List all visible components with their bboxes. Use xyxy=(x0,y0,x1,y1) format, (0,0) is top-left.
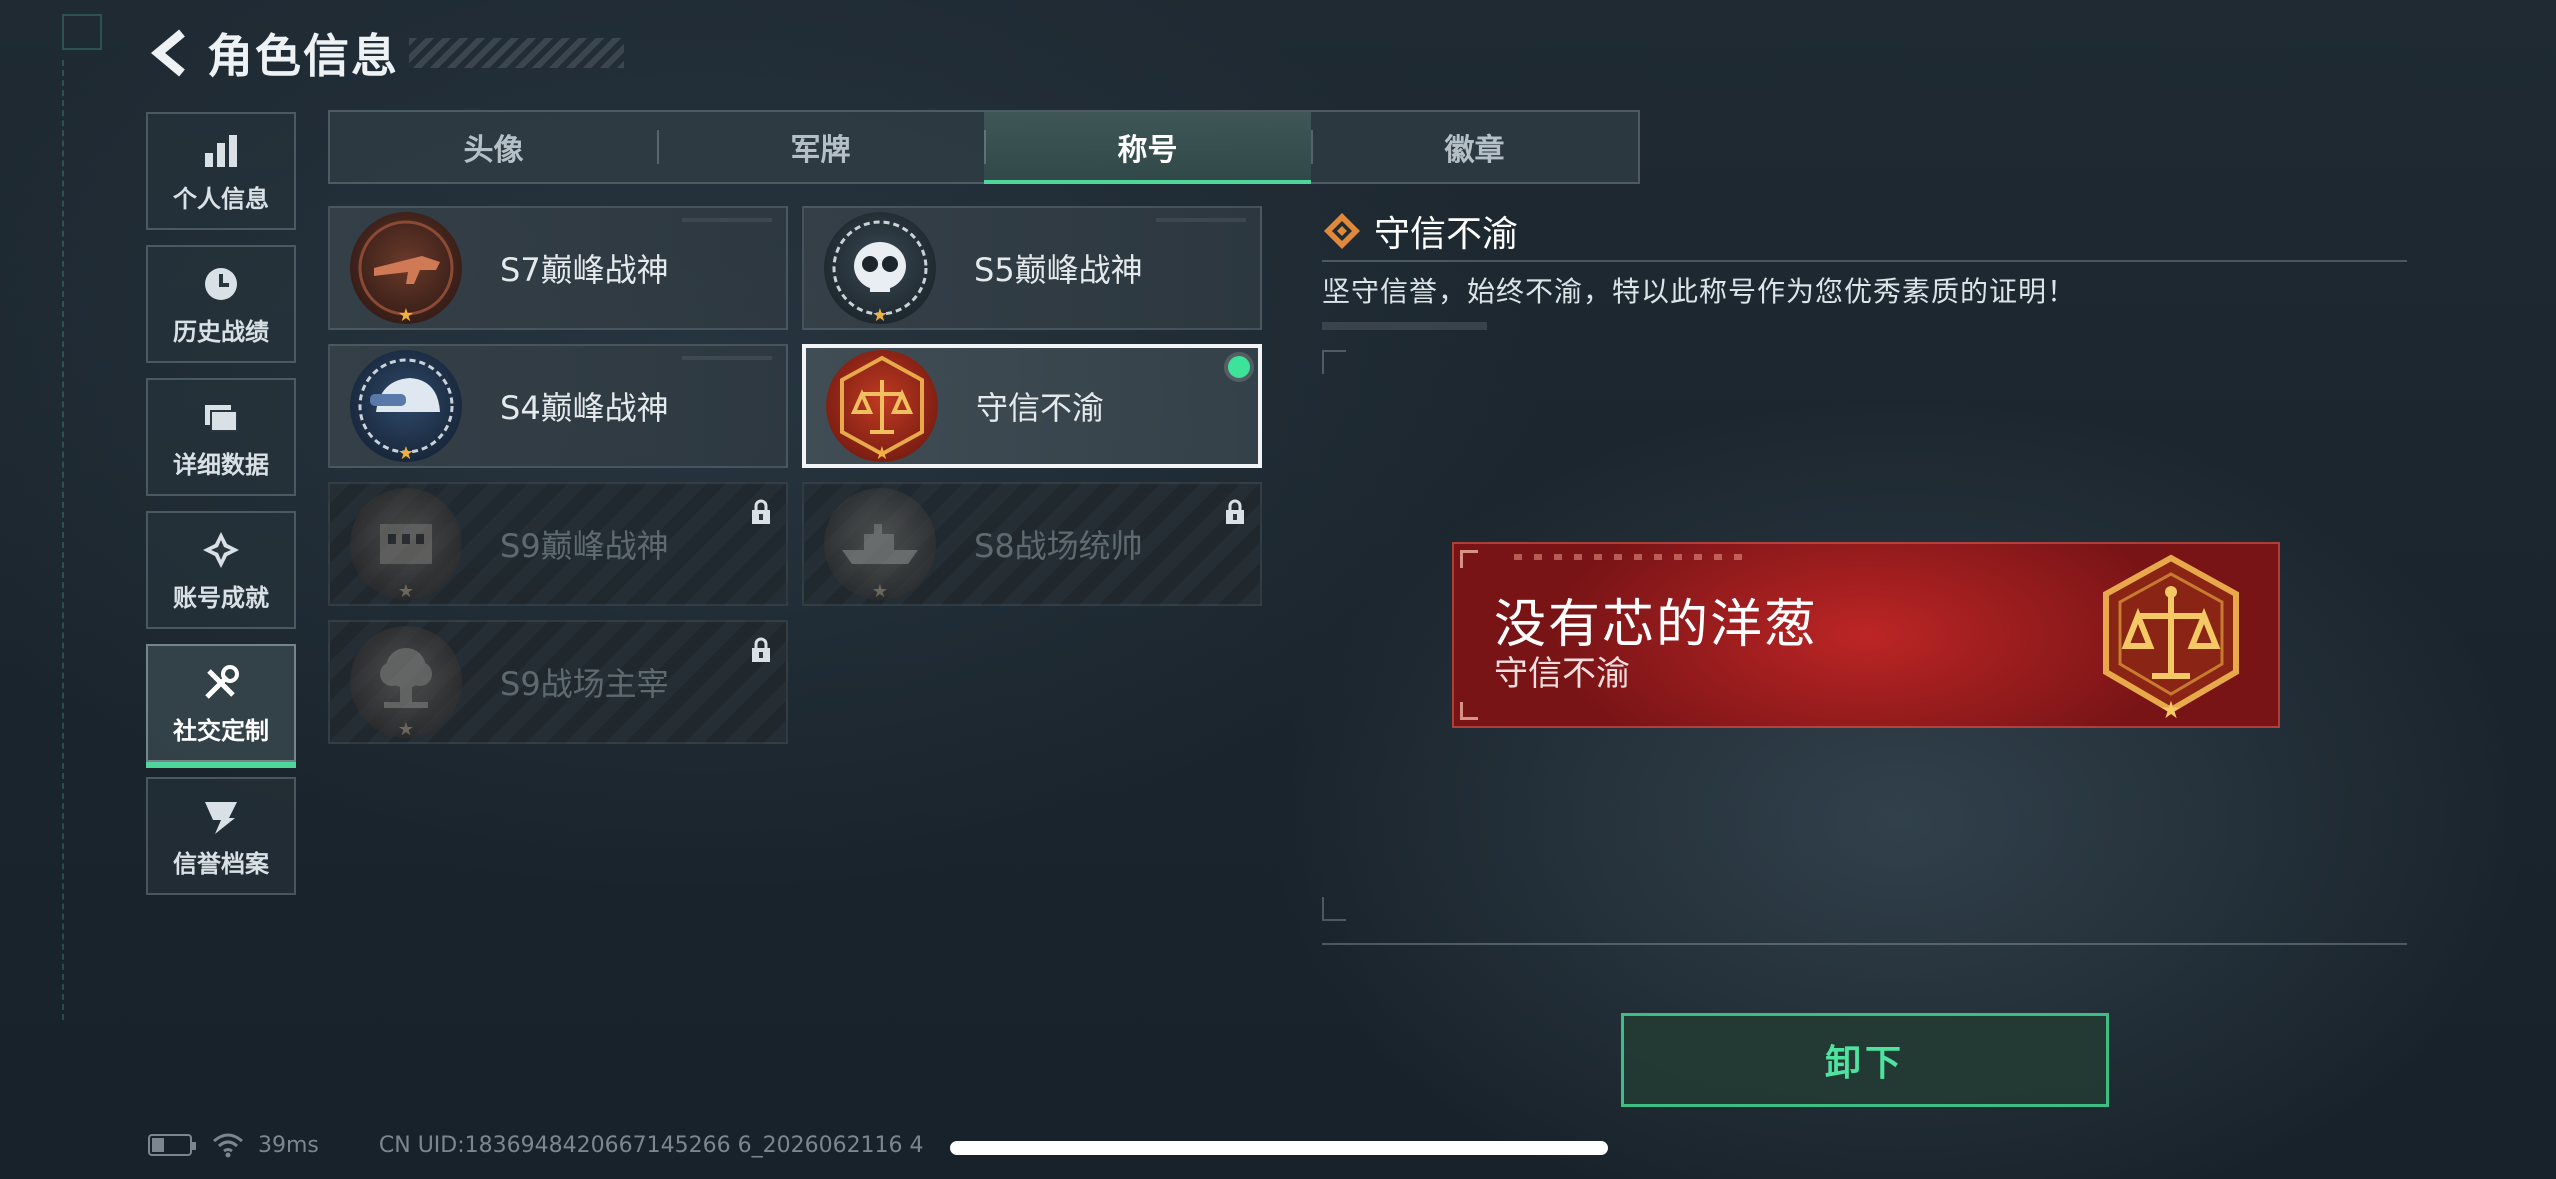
page-title: 角色信息 xyxy=(207,29,399,83)
bar-chart-icon xyxy=(199,129,243,173)
lock-icon xyxy=(752,637,770,662)
nameplate-decoration xyxy=(1514,554,1754,560)
nameplate-preview: 没有芯的洋葱 守信不渝 ★ xyxy=(1452,542,2280,728)
weapon-badge-icon: ★ xyxy=(350,212,462,326)
title-name: S8战场统帅 xyxy=(974,527,1143,565)
ship-badge-icon: ★ xyxy=(824,488,936,602)
home-indicator[interactable] xyxy=(950,1141,1608,1155)
title-name: S7巅峰战神 xyxy=(500,251,669,289)
title-decoration xyxy=(409,38,624,68)
scales-badge-icon: ★ xyxy=(826,350,938,464)
tab-avatar[interactable]: 头像 xyxy=(330,112,657,182)
divider xyxy=(1322,260,2407,262)
title-card-locked[interactable]: ★ S8战场统帅 xyxy=(802,482,1262,606)
title-card[interactable]: ★ S7巅峰战神 xyxy=(328,206,788,330)
sidebar-item-reputation[interactable]: 信誉档案 xyxy=(146,777,296,895)
sidebar-item-achievements[interactable]: 账号成就 xyxy=(146,511,296,629)
equipped-indicator xyxy=(1228,356,1250,378)
helmet-badge-icon: ★ xyxy=(350,350,462,464)
nameplate-corner xyxy=(1460,702,1478,720)
card-decoration xyxy=(682,356,772,360)
desc-decoration xyxy=(1322,322,1487,330)
sidebar-item-label: 个人信息 xyxy=(173,184,269,213)
detail-title: 守信不渝 xyxy=(1374,214,1519,255)
sidebar-item-detailed-data[interactable]: 详细数据 xyxy=(146,378,296,496)
frame-corner xyxy=(1322,897,1346,921)
detail-header: 守信不渝 xyxy=(1322,206,2407,256)
battery-icon xyxy=(148,1134,196,1156)
detail-description: 坚守信誉，始终不渝，特以此称号作为您优秀素质的证明！ xyxy=(1322,275,2077,308)
back-button[interactable] xyxy=(145,25,195,81)
reputation-icon xyxy=(199,794,243,838)
diamond-icon xyxy=(1324,213,1360,249)
skull-badge-icon: ★ xyxy=(824,212,936,326)
title-card-locked[interactable]: ★ S9巅峰战神 xyxy=(328,482,788,606)
title-name: 守信不渝 xyxy=(976,389,1105,427)
card-decoration xyxy=(1156,218,1246,222)
explosion-badge-icon: ★ xyxy=(350,626,462,740)
building-badge-icon: ★ xyxy=(350,488,462,602)
chevron-left-icon xyxy=(150,29,185,77)
grid-line-decoration xyxy=(62,60,64,1020)
sidebar-item-social-custom[interactable]: 社交定制 xyxy=(146,644,296,768)
uid-text: CN UID:1836948420667145266 6_2026062116 … xyxy=(378,1132,924,1158)
tab-badge[interactable]: 徽章 xyxy=(1311,112,1638,182)
sidebar-item-label: 账号成就 xyxy=(173,583,269,612)
star-icon: ★ xyxy=(871,305,889,326)
ping-value: 39ms xyxy=(258,1132,319,1158)
nameplate-corner xyxy=(1460,550,1478,568)
sidebar-item-label: 历史战绩 xyxy=(173,317,269,346)
title-card[interactable]: ★ S5巅峰战神 xyxy=(802,206,1262,330)
tab-dog-tag[interactable]: 军牌 xyxy=(657,112,984,182)
title-name: S4巅峰战神 xyxy=(500,389,669,427)
clock-icon xyxy=(199,262,243,306)
star-icon: ★ xyxy=(397,443,415,464)
folder-icon xyxy=(199,395,243,439)
title-detail-panel: 守信不渝 坚守信誉，始终不渝，特以此称号作为您优秀素质的证明！ xyxy=(1322,206,2407,330)
sidebar-item-personal-info[interactable]: 个人信息 xyxy=(146,112,296,230)
nameplate-title: 守信不渝 xyxy=(1494,654,1630,694)
sidebar-item-label: 社交定制 xyxy=(173,716,269,745)
divider xyxy=(1322,943,2407,945)
lock-icon xyxy=(1226,499,1244,524)
scales-badge-icon: ★ xyxy=(2103,554,2239,722)
star-icon: ★ xyxy=(397,719,415,740)
card-decoration xyxy=(682,218,772,222)
title-card-locked[interactable]: ★ S9战场主宰 xyxy=(328,620,788,744)
title-card[interactable]: ★ S4巅峰战神 xyxy=(328,344,788,468)
category-tabs: 头像 军牌 称号 徽章 xyxy=(328,110,1640,184)
tools-icon xyxy=(199,661,243,705)
title-card-selected[interactable]: ★ 守信不渝 xyxy=(802,344,1262,468)
sidebar: 个人信息 历史战绩 详细数据 账号成就 社交定制 信誉档案 xyxy=(146,112,296,910)
wifi-icon xyxy=(213,1133,243,1158)
sidebar-item-label: 详细数据 xyxy=(173,450,269,479)
page-header: 角色信息 xyxy=(145,22,624,84)
corner-decoration xyxy=(62,14,102,50)
title-name: S5巅峰战神 xyxy=(974,251,1143,289)
title-name: S9战场主宰 xyxy=(500,665,669,703)
star-icon: ★ xyxy=(397,581,415,602)
tab-title[interactable]: 称号 xyxy=(984,112,1311,184)
sidebar-item-match-history[interactable]: 历史战绩 xyxy=(146,245,296,363)
star-icon: ★ xyxy=(873,443,891,464)
frame-corner xyxy=(1322,350,1346,374)
lock-icon xyxy=(752,499,770,524)
star-icon: ★ xyxy=(397,305,415,326)
sidebar-item-label: 信誉档案 xyxy=(173,849,269,878)
title-name: S9巅峰战神 xyxy=(500,527,669,565)
achievement-icon xyxy=(199,528,243,572)
status-bar: 39ms CN UID:1836948420667145266 6_202606… xyxy=(148,1128,924,1162)
unequip-button[interactable]: 卸下 xyxy=(1621,1013,2109,1107)
svg-text:★: ★ xyxy=(2160,696,2182,722)
star-icon: ★ xyxy=(871,581,889,602)
